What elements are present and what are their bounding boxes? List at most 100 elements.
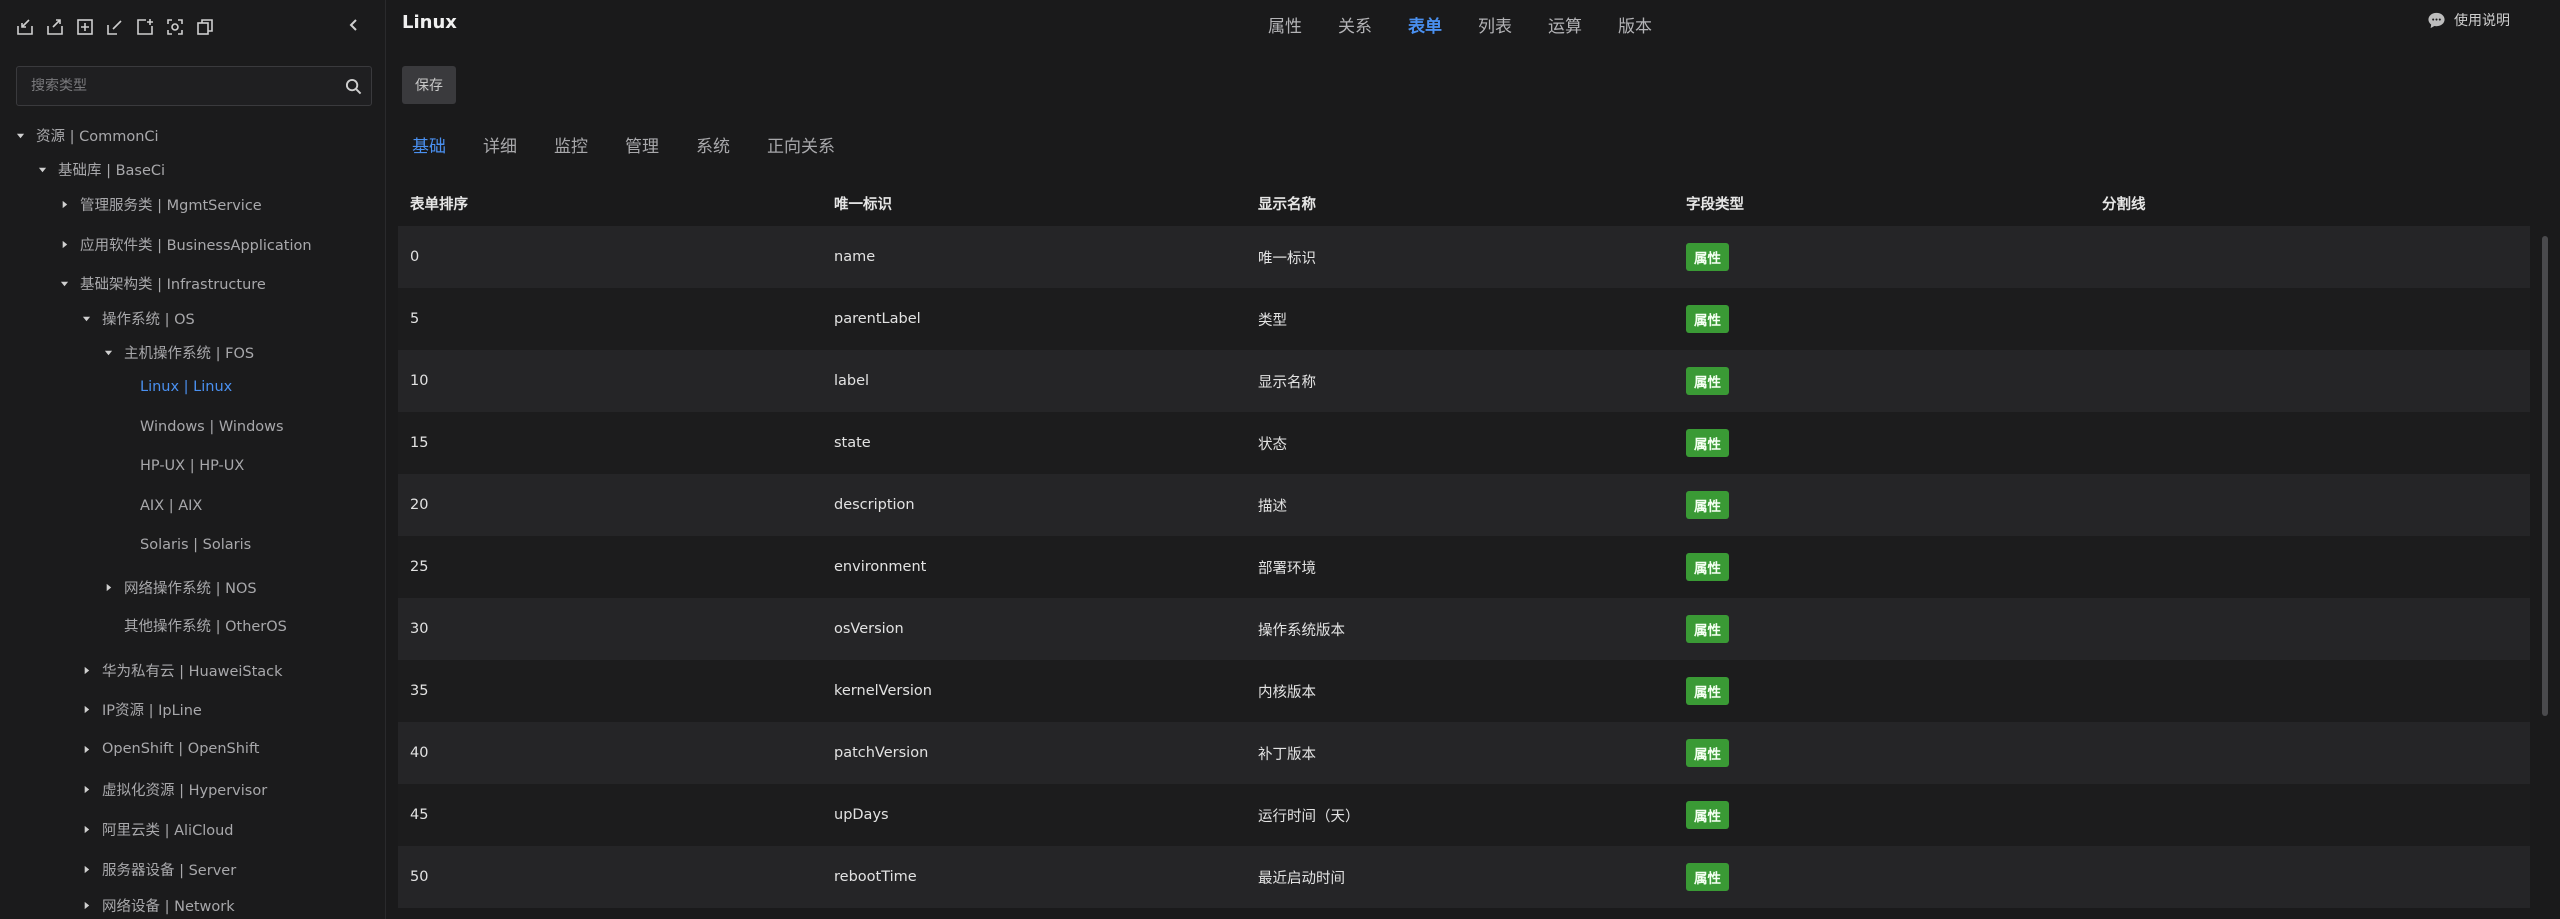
tree-node[interactable]: AIX | AIX: [140, 491, 202, 521]
cell-id: kernelVersion: [834, 683, 932, 699]
subtab-monitor[interactable]: 监控: [554, 132, 588, 157]
tree-node[interactable]: 基础库 | BaseCi: [36, 154, 165, 184]
caret-right-icon[interactable]: [58, 238, 70, 250]
cell-field-type: 属性: [1672, 305, 2096, 333]
add-square-icon: [137, 19, 153, 35]
import-button[interactable]: [14, 16, 36, 38]
caret-right-icon[interactable]: [102, 581, 114, 593]
tab-relations[interactable]: 关系: [1338, 12, 1372, 37]
cell-order: 30: [410, 621, 429, 637]
subtab-manage[interactable]: 管理: [625, 132, 659, 157]
table-row[interactable]: 40 patchVersion 补丁版本 属性: [398, 722, 2530, 784]
tree-node[interactable]: 网络操作系统 | NOS: [102, 572, 257, 602]
main-panel: Linux 属性 关系 表单 列表 运算 版本 使用说明 保存 基础 详细 监控…: [386, 0, 2560, 919]
table-row[interactable]: 20 description 描述 属性: [398, 474, 2530, 536]
caret-right-icon[interactable]: [58, 198, 70, 210]
tree-node[interactable]: Solaris | Solaris: [140, 530, 251, 560]
edit-button[interactable]: [104, 16, 126, 38]
cell-display-name: 运行时间（天）: [1258, 808, 1360, 825]
tree-node[interactable]: 资源 | CommonCi: [14, 120, 159, 150]
tree-node[interactable]: Linux | Linux: [140, 372, 232, 402]
table-row[interactable]: 15 state 状态 属性: [398, 412, 2530, 474]
tree-node[interactable]: 管理服务类 | MgmtService: [58, 189, 262, 219]
table-row[interactable]: 35 kernelVersion 内核版本 属性: [398, 660, 2530, 722]
tab-list[interactable]: 列表: [1478, 12, 1512, 37]
caret-right-icon[interactable]: [80, 823, 92, 835]
search-button[interactable]: [335, 68, 371, 104]
caret-right-icon[interactable]: [80, 899, 92, 911]
subtab-system[interactable]: 系统: [696, 132, 730, 157]
cell-display-name: 类型: [1258, 312, 1287, 329]
cell-field-type: 属性: [1672, 615, 2096, 643]
tree-node[interactable]: 网络设备 | Network: [80, 890, 235, 919]
tree-node[interactable]: 服务器设备 | Server: [80, 854, 236, 884]
caret-down-icon[interactable]: [80, 312, 92, 324]
tree-node[interactable]: 应用软件类 | BusinessApplication: [58, 229, 312, 259]
sub-tabs: 基础 详细 监控 管理 系统 正向关系: [412, 132, 872, 157]
export-button[interactable]: [44, 16, 66, 38]
cell-display-name: 描述: [1258, 498, 1287, 515]
caret-right-icon[interactable]: [80, 703, 92, 715]
help-link[interactable]: 使用说明: [2427, 10, 2510, 30]
cell-display-name: 唯一标识: [1258, 250, 1316, 267]
tree-node[interactable]: OpenShift | OpenShift: [80, 734, 259, 764]
table-scrollbar[interactable]: [2542, 236, 2548, 716]
cell-id: name: [834, 249, 876, 265]
tree-node[interactable]: 华为私有云 | HuaweiStack: [80, 655, 283, 685]
export-icon: [47, 19, 63, 35]
add-square-button[interactable]: [134, 16, 156, 38]
add-button[interactable]: [74, 16, 96, 38]
tree-node[interactable]: 操作系统 | OS: [80, 303, 195, 333]
tree-node-label: 主机操作系统 | FOS: [124, 345, 255, 362]
field-type-badge: 属性: [1686, 739, 1729, 767]
type-search: [16, 66, 372, 106]
tree-node[interactable]: HP-UX | HP-UX: [140, 451, 244, 481]
cell-display-name: 部署环境: [1258, 560, 1316, 577]
caret-down-icon[interactable]: [14, 129, 26, 141]
tree-node-label: 操作系统 | OS: [102, 311, 195, 328]
subtab-forward-relations[interactable]: 正向关系: [767, 132, 835, 157]
column-header-id: 唯一标识: [834, 196, 892, 213]
copy-button[interactable]: [194, 16, 216, 38]
tree-node[interactable]: 主机操作系统 | FOS: [102, 337, 254, 367]
tree-node[interactable]: Windows | Windows: [140, 412, 284, 442]
save-button[interactable]: 保存: [402, 66, 456, 104]
app: 资源 | CommonCi 基础库 | BaseCi 管理服务类 | MgmtSer…: [0, 0, 2560, 919]
cell-field-type: 属性: [1672, 367, 2096, 395]
tab-form[interactable]: 表单: [1408, 12, 1442, 37]
tree-node[interactable]: 阿里云类 | AliCloud: [80, 814, 234, 844]
table-row[interactable]: 5 parentLabel 类型 属性: [398, 288, 2530, 350]
table-row[interactable]: 45 upDays 运行时间（天） 属性: [398, 784, 2530, 846]
caret-down-icon[interactable]: [36, 163, 48, 175]
cell-display-name: 内核版本: [1258, 684, 1316, 701]
cell-id: state: [834, 435, 871, 451]
caret-down-icon[interactable]: [102, 346, 114, 358]
caret-right-icon[interactable]: [80, 743, 92, 755]
column-header-order: 表单排序: [410, 196, 468, 213]
tree-node[interactable]: 其他操作系统 | OtherOS: [102, 610, 287, 640]
tab-compute[interactable]: 运算: [1548, 12, 1582, 37]
caret-right-icon[interactable]: [80, 664, 92, 676]
subtab-basic[interactable]: 基础: [412, 132, 446, 157]
tree-node-label: IP资源 | IpLine: [102, 702, 202, 719]
tab-attributes[interactable]: 属性: [1268, 12, 1302, 37]
subtab-detail[interactable]: 详细: [483, 132, 517, 157]
collapse-sidebar-button[interactable]: [343, 14, 365, 36]
caret-right-icon[interactable]: [80, 783, 92, 795]
tree-node[interactable]: 基础架构类 | Infrastructure: [58, 268, 266, 298]
scan-button[interactable]: [164, 16, 186, 38]
caret-down-icon[interactable]: [58, 277, 70, 289]
tree-node[interactable]: 虚拟化资源 | Hypervisor: [80, 774, 267, 804]
tree-node-label: 基础库 | BaseCi: [58, 162, 166, 179]
table-row[interactable]: 0 name 唯一标识 属性: [398, 226, 2530, 288]
tree-node[interactable]: IP资源 | IpLine: [80, 694, 202, 724]
table-row[interactable]: 30 osVersion 操作系统版本 属性: [398, 598, 2530, 660]
table-row[interactable]: 10 label 显示名称 属性: [398, 350, 2530, 412]
tree-node-label: 服务器设备 | Server: [102, 862, 237, 879]
caret-right-icon[interactable]: [80, 863, 92, 875]
table-row[interactable]: 50 rebootTime 最近启动时间 属性: [398, 846, 2530, 908]
tab-version[interactable]: 版本: [1618, 12, 1652, 37]
search-input[interactable]: [17, 68, 335, 104]
column-header-divider: 分割线: [2102, 196, 2146, 213]
table-row[interactable]: 25 environment 部署环境 属性: [398, 536, 2530, 598]
